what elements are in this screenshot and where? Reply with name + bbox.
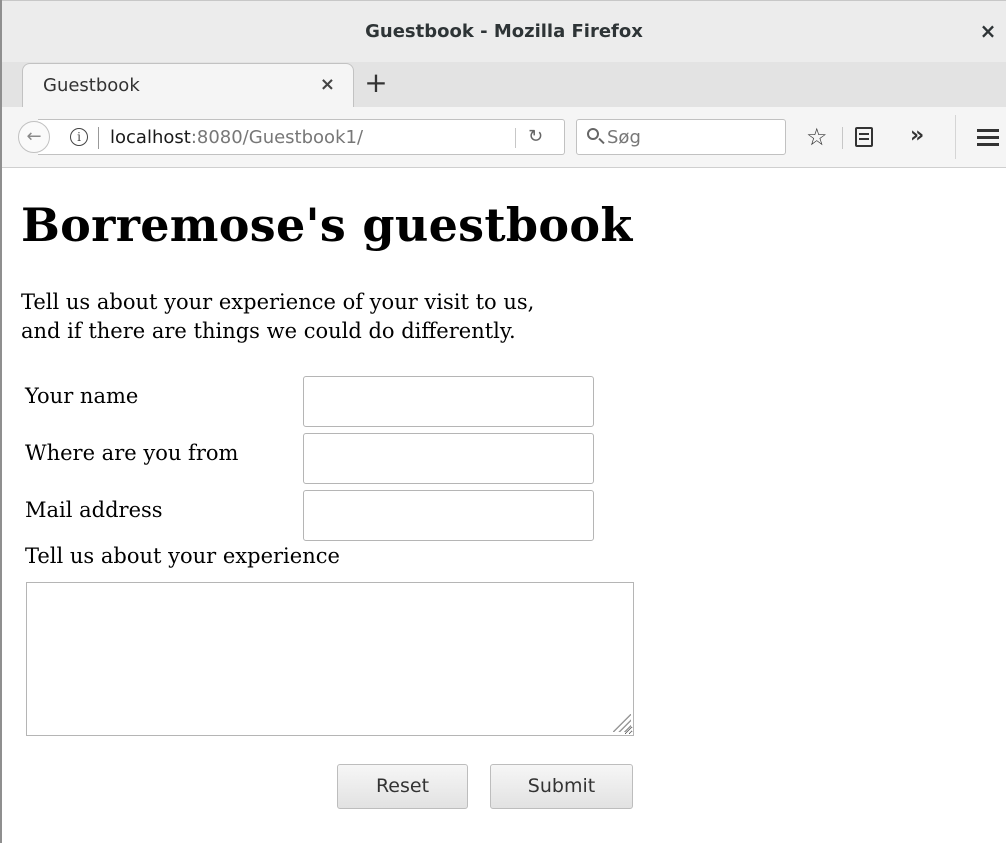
navigation-toolbar: i localhost:8080/Guestbook1/ ↻ ← Søg ☆ »	[2, 107, 1006, 168]
origin-label: Where are you from	[25, 441, 239, 465]
experience-label: Tell us about your experience	[25, 544, 340, 568]
library-icon[interactable]	[855, 127, 873, 147]
window-title: Guestbook - Mozilla Firefox	[365, 21, 643, 42]
tab-close-icon[interactable]: ×	[320, 74, 335, 95]
tab-guestbook[interactable]: Guestbook ×	[22, 63, 354, 108]
bookmark-star-icon[interactable]: ☆	[806, 123, 828, 151]
origin-input[interactable]	[303, 433, 594, 484]
experience-textarea[interactable]	[26, 582, 634, 736]
close-window-icon[interactable]: ×	[976, 17, 1000, 45]
search-bar[interactable]: Søg	[576, 119, 786, 155]
submit-button[interactable]: Submit	[490, 764, 633, 809]
mail-label: Mail address	[25, 498, 163, 522]
tab-strip: Guestbook × +	[2, 62, 1006, 108]
browser-window: Guestbook - Mozilla Firefox × Guestbook …	[0, 0, 1006, 843]
toolbar-divider	[842, 127, 843, 149]
url-divider	[98, 127, 99, 149]
overflow-icon[interactable]: »	[910, 123, 924, 148]
title-bar: Guestbook - Mozilla Firefox ×	[2, 0, 1006, 63]
intro-line-1: Tell us about your experience of your vi…	[21, 290, 535, 314]
name-input[interactable]	[303, 376, 594, 427]
url-bar[interactable]: i localhost:8080/Guestbook1/ ↻	[38, 119, 565, 155]
intro-line-2: and if there are things we could do diff…	[21, 319, 516, 343]
new-tab-icon[interactable]: +	[362, 68, 390, 98]
tab-label: Guestbook	[43, 75, 140, 96]
intro-text: Tell us about your experience of your vi…	[21, 288, 661, 346]
mail-input[interactable]	[303, 490, 594, 541]
url-path: :8080/Guestbook1/	[190, 127, 364, 148]
search-icon	[587, 128, 599, 140]
page-content: Borremose's guestbook Tell us about your…	[4, 168, 1006, 843]
url-divider-right	[515, 128, 516, 148]
reload-icon[interactable]: ↻	[528, 126, 543, 147]
name-label: Your name	[25, 384, 139, 408]
toolbar-divider-2	[955, 115, 956, 159]
hamburger-menu-icon[interactable]	[977, 129, 999, 147]
reset-button[interactable]: Reset	[337, 764, 468, 809]
url-host: localhost	[110, 127, 191, 148]
url-text[interactable]: localhost:8080/Guestbook1/	[110, 127, 363, 148]
page-title: Borremose's guestbook	[21, 198, 633, 252]
info-icon[interactable]: i	[70, 128, 88, 146]
back-arrow-icon[interactable]: ←	[18, 121, 50, 153]
search-placeholder: Søg	[607, 127, 641, 148]
